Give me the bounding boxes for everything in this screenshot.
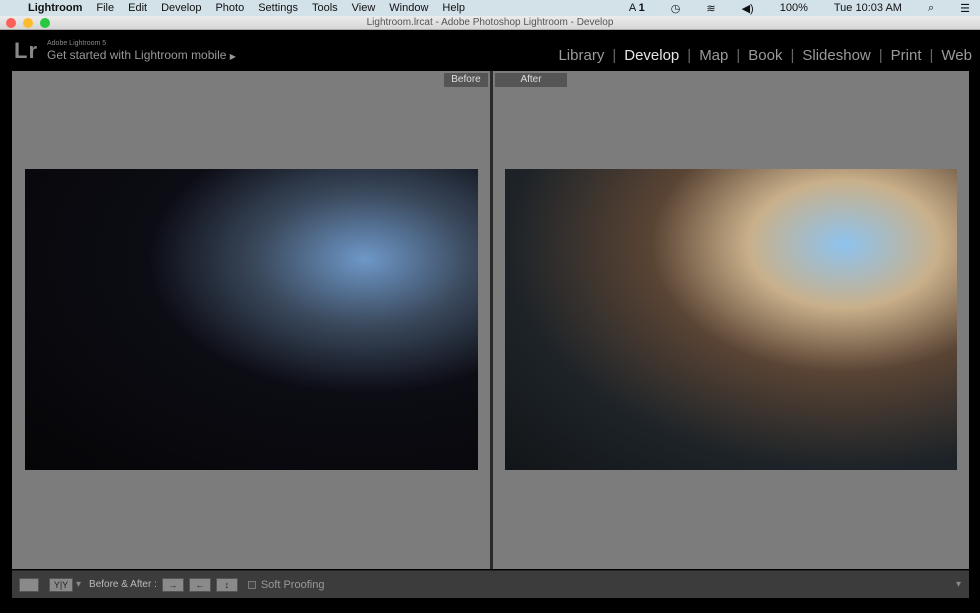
swap-button[interactable]: ↕ — [215, 577, 238, 592]
after-label: After — [495, 73, 567, 87]
menu-develop[interactable]: Develop — [161, 2, 201, 14]
clock[interactable]: Tue 10:03 AM — [834, 2, 902, 14]
before-after-view-button[interactable]: Y|Y — [49, 577, 73, 592]
before-label: Before — [444, 73, 488, 87]
menu-help[interactable]: Help — [442, 2, 465, 14]
window-title: Lightroom.lrcat - Adobe Photoshop Lightr… — [366, 17, 614, 28]
soft-proofing-checkbox[interactable] — [247, 580, 256, 589]
battery-status[interactable]: 100% — [780, 2, 808, 14]
before-photo[interactable] — [25, 169, 478, 470]
module-web[interactable]: Web — [941, 47, 972, 64]
module-picker: Library | Develop | Map | Book | Slideshow | … — [558, 47, 972, 64]
module-book[interactable]: Book — [748, 47, 782, 64]
menu-bar: Lightroom File Edit Develop Photo Settin… — [0, 0, 980, 16]
adobe-icon[interactable]: A 1 — [629, 2, 645, 14]
adobe-count: 1 — [638, 2, 645, 14]
copy-before-to-after-button[interactable]: → — [161, 577, 184, 592]
list-icon[interactable]: ☰ — [960, 2, 970, 15]
menu-edit[interactable]: Edit — [128, 2, 147, 14]
module-library[interactable]: Library — [558, 47, 604, 64]
module-map[interactable]: Map — [699, 47, 728, 64]
mobile-link[interactable]: Get started with Lightroom mobile ▶ — [47, 48, 236, 62]
before-after-view: Before After — [12, 71, 969, 569]
play-icon: ▶ — [229, 52, 236, 61]
menu-window[interactable]: Window — [389, 2, 428, 14]
before-after-label: Before & After : — [89, 579, 157, 590]
search-icon[interactable]: ⌕ — [928, 2, 934, 15]
wifi-icon[interactable]: ≋ — [706, 2, 715, 15]
zoom-button[interactable] — [40, 18, 50, 28]
identity-plate: Lr Adobe Lightroom 5 Get started with Li… — [0, 30, 980, 70]
mobile-link-text: Get started with Lightroom mobile — [47, 48, 227, 62]
menu-photo[interactable]: Photo — [215, 2, 244, 14]
loupe-view-button[interactable] — [19, 577, 39, 592]
volume-icon[interactable]: ◀) — [742, 2, 754, 15]
menu-view[interactable]: View — [352, 2, 376, 14]
toolbar-menu-icon[interactable]: ▾ — [956, 579, 961, 590]
copy-after-to-before-button[interactable]: ← — [188, 577, 211, 592]
lightroom-logo: Lr — [14, 38, 38, 63]
close-button[interactable] — [6, 18, 16, 28]
module-slideshow[interactable]: Slideshow — [802, 47, 870, 64]
menu-app[interactable]: Lightroom — [28, 2, 82, 14]
menu-settings[interactable]: Settings — [258, 2, 298, 14]
after-photo[interactable] — [505, 169, 957, 470]
menu-file[interactable]: File — [96, 2, 114, 14]
product-name: Adobe Lightroom 5 — [47, 40, 107, 47]
module-print[interactable]: Print — [891, 47, 922, 64]
toolbar: Y|Y ▾ Before & After : → ← ↕ Soft Proofi… — [12, 570, 969, 598]
menu-tools[interactable]: Tools — [312, 2, 338, 14]
time-machine-icon[interactable]: ◷ — [671, 2, 681, 15]
title-bar: Lightroom.lrcat - Adobe Photoshop Lightr… — [0, 16, 980, 30]
minimize-button[interactable] — [23, 18, 33, 28]
chevron-down-icon[interactable]: ▾ — [76, 579, 81, 590]
soft-proofing-label: Soft Proofing — [260, 578, 325, 591]
module-develop[interactable]: Develop — [624, 47, 679, 64]
split-divider — [490, 71, 493, 569]
